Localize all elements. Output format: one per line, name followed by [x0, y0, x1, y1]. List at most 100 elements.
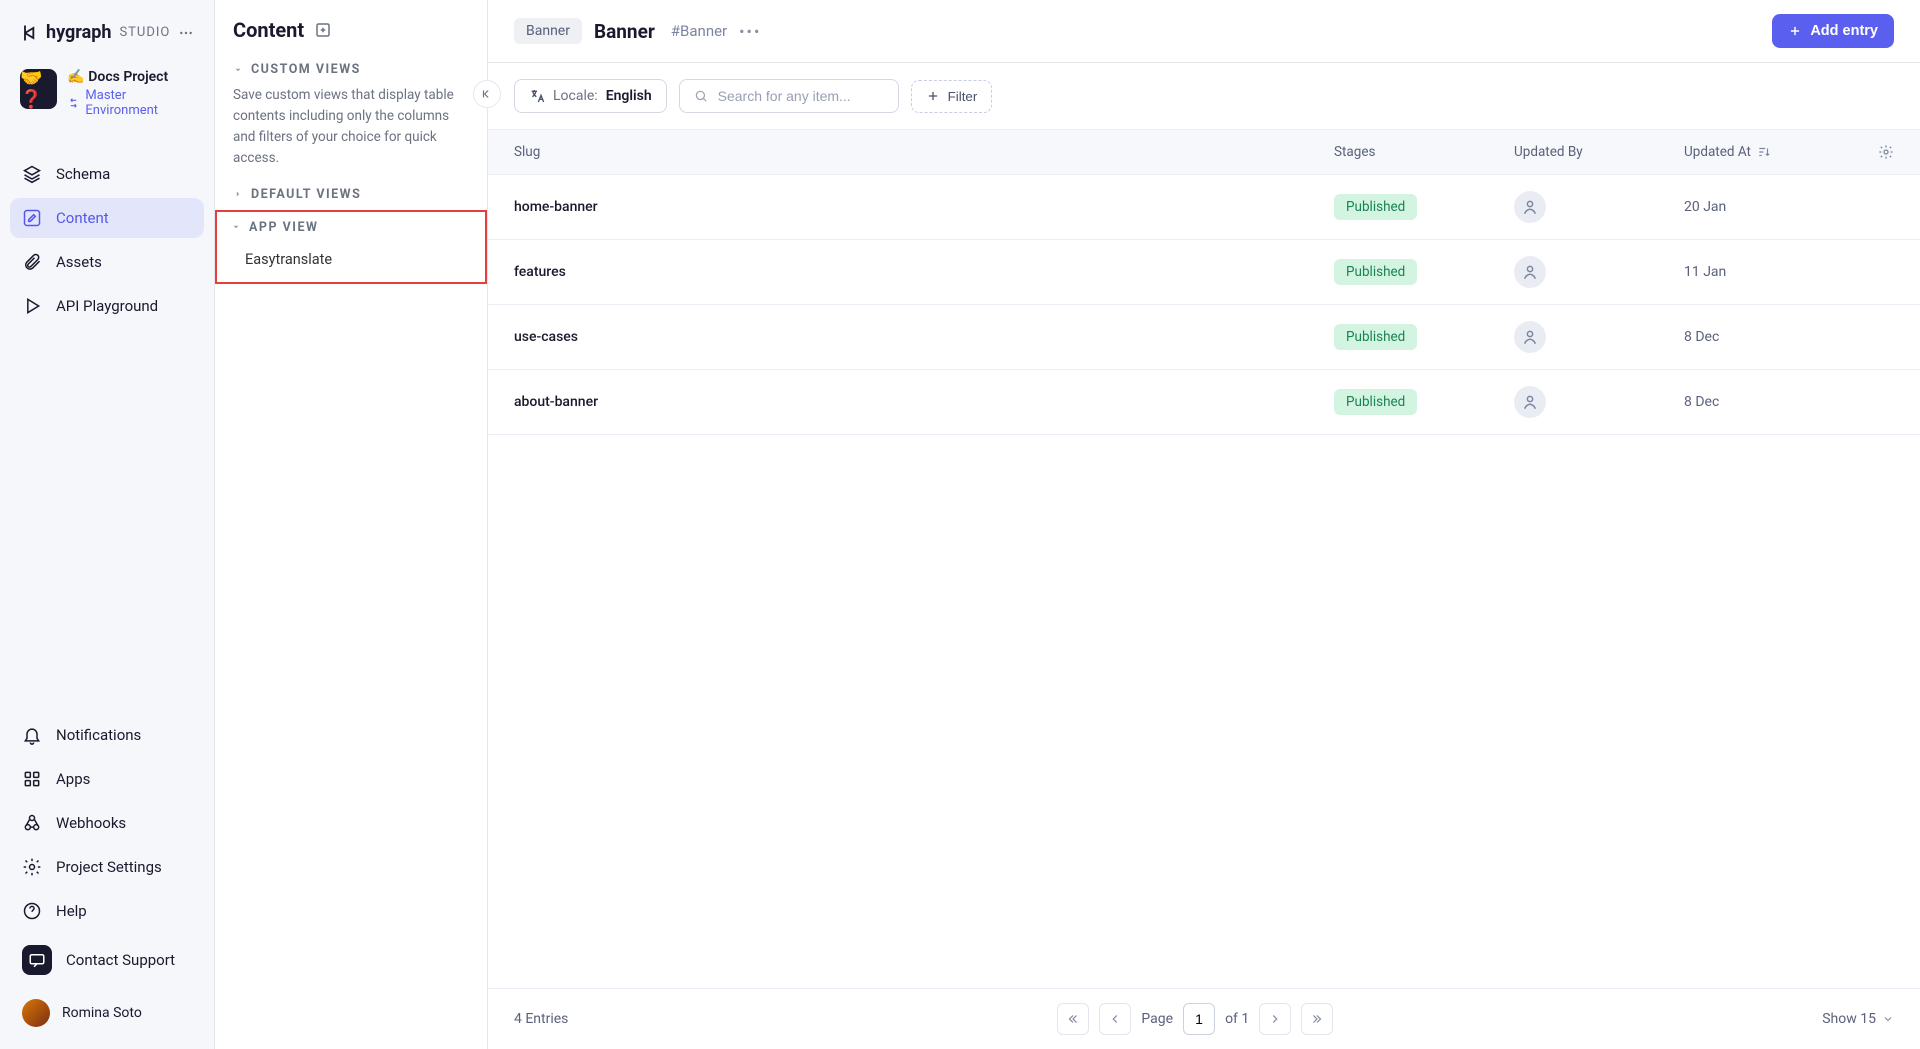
- edit-square-icon: [22, 208, 42, 228]
- grid-icon: [22, 769, 42, 789]
- stage-badge: Published: [1334, 389, 1417, 415]
- panel-title: Content: [233, 18, 304, 42]
- page-label: Page: [1141, 1011, 1173, 1027]
- default-views-header[interactable]: DEFAULT VIEWS: [233, 187, 469, 202]
- page-next-button[interactable]: [1259, 1003, 1291, 1035]
- webhooks-icon: [22, 813, 42, 833]
- sidebar-item-support[interactable]: Contact Support: [10, 935, 204, 985]
- col-slug[interactable]: Slug: [514, 144, 1334, 160]
- sidebar-item-apps[interactable]: Apps: [10, 759, 204, 799]
- sort-desc-icon: [1757, 145, 1771, 159]
- col-stages[interactable]: Stages: [1334, 144, 1514, 160]
- page-size-selector[interactable]: Show 15: [1822, 1011, 1894, 1027]
- table-settings-button[interactable]: [1854, 144, 1894, 160]
- project-avatar: 🤝❓: [20, 69, 57, 109]
- entries-table: Slug Stages Updated By Updated At home-b…: [488, 129, 1920, 988]
- user-menu[interactable]: Romina Soto: [10, 989, 204, 1037]
- page-last-button[interactable]: [1301, 1003, 1333, 1035]
- sidebar-item-webhooks[interactable]: Webhooks: [10, 803, 204, 843]
- locale-label: Locale:: [553, 88, 598, 104]
- page-of: of 1: [1225, 1011, 1249, 1027]
- content-topbar: Banner Banner #Banner ••• Add entry: [488, 0, 1920, 63]
- col-updated-by[interactable]: Updated By: [1514, 144, 1684, 160]
- gear-icon: [22, 857, 42, 877]
- translate-icon: [529, 88, 545, 104]
- cell-updated-at: 8 Dec: [1684, 329, 1854, 345]
- panel-title-row: Content: [233, 18, 469, 42]
- cell-updated-by: [1514, 256, 1684, 288]
- sidebar-item-apiplayground[interactable]: API Playground: [10, 286, 204, 326]
- content-views-panel: Content CUSTOM VIEWS Save custom views t…: [215, 0, 488, 1049]
- project-environment[interactable]: Master Environment: [67, 88, 194, 118]
- brand-row: hygraph STUDIO: [20, 22, 194, 43]
- cell-stage: Published: [1334, 324, 1514, 350]
- brand-suffix: STUDIO: [119, 25, 170, 40]
- sidebar-item-notifications[interactable]: Notifications: [10, 715, 204, 755]
- brand-name: hygraph: [46, 22, 111, 43]
- cell-updated-by: [1514, 191, 1684, 223]
- cell-updated-at: 11 Jan: [1684, 264, 1854, 280]
- table-header: Slug Stages Updated By Updated At: [488, 129, 1920, 175]
- custom-views-desc: Save custom views that display table con…: [233, 85, 469, 169]
- question-circle-icon: [22, 901, 42, 921]
- col-updated-at[interactable]: Updated At: [1684, 144, 1854, 160]
- app-view-item-easytranslate[interactable]: Easytranslate: [231, 243, 471, 268]
- main-content: Banner Banner #Banner ••• Add entry Loca…: [488, 0, 1920, 1049]
- collapse-panel-button[interactable]: [473, 80, 501, 108]
- app-view-highlighted-box: APP VIEW Easytranslate: [215, 210, 487, 284]
- cell-slug: features: [514, 264, 1334, 280]
- cell-updated-by: [1514, 386, 1684, 418]
- play-icon: [22, 296, 42, 316]
- stage-badge: Published: [1334, 259, 1417, 285]
- search-box[interactable]: [679, 79, 899, 113]
- person-icon: [1514, 191, 1546, 223]
- custom-views-header[interactable]: CUSTOM VIEWS: [233, 62, 469, 77]
- app-view-header[interactable]: APP VIEW: [231, 220, 471, 235]
- page-input[interactable]: [1183, 1003, 1215, 1035]
- sidebar-item-help[interactable]: Help: [10, 891, 204, 931]
- paperclip-icon: [22, 252, 42, 272]
- sidebar-nav: SchemaContentAssetsAPI Playground: [0, 154, 214, 326]
- filter-button[interactable]: Filter: [911, 80, 993, 113]
- table-row[interactable]: about-banner Published 8 Dec: [488, 370, 1920, 435]
- content-toolbar: Locale: English Filter: [488, 63, 1920, 129]
- table-row[interactable]: features Published 11 Jan: [488, 240, 1920, 305]
- sidebar-item-settings[interactable]: Project Settings: [10, 847, 204, 887]
- cell-updated-at: 8 Dec: [1684, 394, 1854, 410]
- sidebar-item-schema[interactable]: Schema: [10, 154, 204, 194]
- chevron-down-icon: [1882, 1013, 1894, 1025]
- model-actions-button[interactable]: •••: [739, 22, 761, 41]
- cell-stage: Published: [1334, 194, 1514, 220]
- cell-updated-by: [1514, 321, 1684, 353]
- table-row[interactable]: use-cases Published 8 Dec: [488, 305, 1920, 370]
- project-selector[interactable]: 🤝❓ ✍️ Docs Project Master Environment: [12, 61, 202, 126]
- cell-updated-at: 20 Jan: [1684, 199, 1854, 215]
- chat-icon: [22, 945, 52, 975]
- person-icon: [1514, 256, 1546, 288]
- entries-count: 4 Entries: [514, 1011, 568, 1027]
- add-view-icon[interactable]: [314, 21, 332, 39]
- cell-slug: use-cases: [514, 329, 1334, 345]
- model-hash-id: #Banner: [671, 22, 727, 40]
- table-row[interactable]: home-banner Published 20 Jan: [488, 175, 1920, 240]
- cell-slug: about-banner: [514, 394, 1334, 410]
- page-prev-button[interactable]: [1099, 1003, 1131, 1035]
- sidebar-item-assets[interactable]: Assets: [10, 242, 204, 282]
- page-first-button[interactable]: [1057, 1003, 1089, 1035]
- sidebar-item-content[interactable]: Content: [10, 198, 204, 238]
- primary-sidebar: hygraph STUDIO 🤝❓ ✍️ Docs Project Master…: [0, 0, 215, 1049]
- bell-icon: [22, 725, 42, 745]
- hygraph-logo-icon: [20, 23, 40, 43]
- user-avatar: [22, 999, 50, 1027]
- project-title: ✍️ Docs Project: [67, 69, 194, 85]
- add-entry-button[interactable]: Add entry: [1772, 14, 1894, 48]
- locale-selector[interactable]: Locale: English: [514, 79, 667, 113]
- person-icon: [1514, 386, 1546, 418]
- cell-slug: home-banner: [514, 199, 1334, 215]
- layers-icon: [22, 164, 42, 184]
- model-chip[interactable]: Banner: [514, 18, 582, 44]
- stage-badge: Published: [1334, 194, 1417, 220]
- brand-menu-button[interactable]: [178, 25, 194, 41]
- search-input[interactable]: [718, 88, 884, 104]
- pagination: Page of 1: [1057, 1003, 1333, 1035]
